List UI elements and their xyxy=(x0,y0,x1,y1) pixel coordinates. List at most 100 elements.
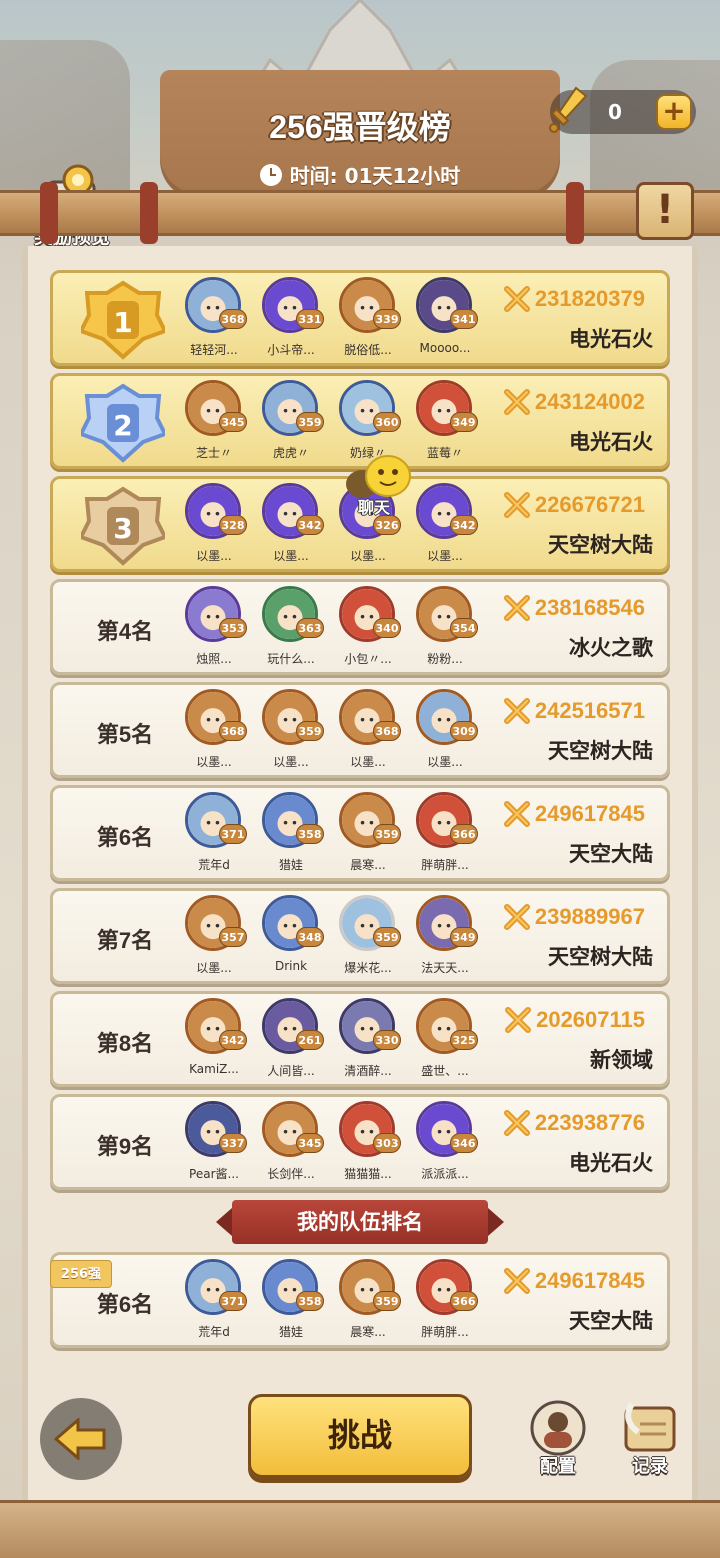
team-member[interactable]: 349 法天天... xyxy=(410,895,480,983)
team-member[interactable]: 328 以墨... xyxy=(179,483,249,571)
team-member[interactable]: 358 猎娃 xyxy=(256,1259,326,1347)
member-name: Moooo... xyxy=(419,341,471,355)
team-member[interactable]: 346 派派派... xyxy=(410,1101,480,1189)
level-badge: 303 xyxy=(373,1133,401,1153)
member-name: 粉粉... xyxy=(427,652,463,666)
level-badge: 349 xyxy=(450,412,478,432)
team-member[interactable]: 342 KamiZ... xyxy=(179,998,249,1086)
power-value: 226676721 xyxy=(534,492,645,517)
team-member[interactable]: 368 以墨... xyxy=(179,689,249,777)
my-team-power: 249617845 xyxy=(503,1267,645,1295)
team-member[interactable]: 359 以墨... xyxy=(256,689,326,777)
team-member[interactable]: 342 以墨... xyxy=(410,483,480,571)
ranking-row[interactable]: 第9名 337 Pear酱... 345 长剑伴... 303 猫猫猫... 346 派派派..… xyxy=(50,1094,670,1190)
ranking-row[interactable]: 1 368 轻轻河... 331 小斗帝... 339 脱俗低... 341 Moooo... 2… xyxy=(50,270,670,366)
team-member[interactable]: 359 虎虎〃 xyxy=(256,380,326,468)
record-button[interactable]: 记录 xyxy=(612,1400,688,1480)
crossed-swords-icon xyxy=(503,698,530,724)
back-button[interactable] xyxy=(40,1398,122,1480)
team-member[interactable]: 345 长剑伴... xyxy=(256,1101,326,1189)
rank-label: 第9名 xyxy=(96,1134,154,1159)
ranking-row[interactable]: 第7名 357 以墨... 348 Drink 359 爆米花... 349 法天天... 239… xyxy=(50,888,670,984)
level-badge: 368 xyxy=(373,721,401,741)
level-badge: 359 xyxy=(373,927,401,947)
ranking-row[interactable]: 第5名 368 以墨... 359 以墨... 368 以墨... 309 以墨... 24251… xyxy=(50,682,670,778)
team-member[interactable]: 359 晨寒... xyxy=(333,1259,403,1347)
team-member[interactable]: 359 爆米花... xyxy=(333,895,403,983)
team-member[interactable]: 303 猫猫猫... xyxy=(333,1101,403,1189)
team-member[interactable]: 339 脱俗低... xyxy=(333,277,403,365)
member-name: 以墨... xyxy=(196,755,232,769)
level-badge: 345 xyxy=(219,412,247,432)
ranking-row[interactable]: 第8名 342 KamiZ... 261 人间皆... 330 清酒醉... 325 盛世、..… xyxy=(50,991,670,1087)
team-member[interactable]: 330 清酒醉... xyxy=(333,998,403,1086)
team-member[interactable]: 363 玩什么... xyxy=(256,586,326,674)
ranking-row[interactable]: 第4名 353 烛照... 363 玩什么... 340 小包〃... 354 粉粉... 238… xyxy=(50,579,670,675)
member-name: 清酒醉... xyxy=(344,1064,392,1078)
rank-label: 第4名 xyxy=(96,619,154,644)
footer-log xyxy=(0,1500,720,1558)
chat-button[interactable]: 聊天 xyxy=(340,454,420,524)
team-member[interactable]: 331 小斗帝... xyxy=(256,277,326,365)
add-currency-button[interactable]: + xyxy=(656,94,692,130)
team-member[interactable]: 359 晨寒... xyxy=(333,792,403,880)
member-name: Pear酱... xyxy=(189,1167,239,1181)
level-badge: 358 xyxy=(296,824,324,844)
power-value: 243124002 xyxy=(534,389,645,414)
sword-icon xyxy=(549,86,588,133)
team-member[interactable]: 261 人间皆... xyxy=(256,998,326,1086)
team-member[interactable]: 357 以墨... xyxy=(179,895,249,983)
team-member[interactable]: 354 粉粉... xyxy=(410,586,480,674)
level-badge: 371 xyxy=(219,1291,247,1311)
member-name: 小包〃... xyxy=(344,652,392,666)
member-name: 猫猫猫... xyxy=(344,1167,392,1181)
team-member[interactable]: 353 烛照... xyxy=(179,586,249,674)
level-badge: 330 xyxy=(373,1030,401,1050)
team-member[interactable]: 340 小包〃... xyxy=(333,586,403,674)
my-team-rank: 第6名 xyxy=(96,1292,154,1317)
member-name: 人间皆... xyxy=(267,1064,315,1078)
team-member[interactable]: 371 荒年d xyxy=(179,1259,249,1347)
level-badge: 357 xyxy=(219,927,247,947)
team-power: 242516571 xyxy=(503,697,645,725)
team-member[interactable]: 348 Drink xyxy=(256,895,326,983)
config-button[interactable]: 配置 xyxy=(520,1400,596,1480)
power-value: 249617845 xyxy=(534,801,645,826)
level-badge: 359 xyxy=(373,1291,401,1311)
team-member[interactable]: 325 盛世、... xyxy=(410,998,480,1086)
team-member[interactable]: 368 轻轻河... xyxy=(179,277,249,365)
countdown-timer: 时间: 01天12小时 xyxy=(160,160,560,189)
my-team-row[interactable]: 第6名 371 荒年d 358 猎娃 359 晨寒... 366 胖萌胖... 2496178… xyxy=(50,1252,670,1348)
team-members: 337 Pear酱... 345 长剑伴... 303 猫猫猫... 346 派派派... xyxy=(179,1101,479,1189)
team-member[interactable]: 342 以墨... xyxy=(256,483,326,571)
team-member[interactable]: 349 蓝莓〃 xyxy=(410,380,480,468)
rules-scroll-button[interactable] xyxy=(636,182,694,240)
challenge-button[interactable]: 挑战 xyxy=(248,1394,472,1478)
power-value: 202607115 xyxy=(536,1007,645,1032)
team-member[interactable]: 337 Pear酱... xyxy=(179,1101,249,1189)
member-name: 胖萌胖... xyxy=(421,1325,469,1339)
team-member[interactable]: 371 荒年d xyxy=(179,792,249,880)
member-name: 芝士〃 xyxy=(195,446,232,460)
team-member[interactable]: 368 以墨... xyxy=(333,689,403,777)
team-member[interactable]: 366 胖萌胖... xyxy=(410,1259,480,1347)
member-name: 烛照... xyxy=(196,652,232,666)
crossed-swords-icon xyxy=(503,492,530,518)
member-name: 玩什么... xyxy=(267,652,315,666)
record-label: 记录 xyxy=(632,1456,668,1477)
server-name: 电光石火 xyxy=(569,1151,653,1175)
member-name: 派派派... xyxy=(421,1167,469,1181)
team-member[interactable]: 345 芝士〃 xyxy=(179,380,249,468)
server-name: 天空大陆 xyxy=(569,1309,653,1333)
ranking-row[interactable]: 第6名 371 荒年d 358 猎娃 359 晨寒... 366 胖萌胖... 249617845… xyxy=(50,785,670,881)
member-name: 晨寒... xyxy=(350,858,386,872)
team-member[interactable]: 366 胖萌胖... xyxy=(410,792,480,880)
team-member[interactable]: 358 猎娃 xyxy=(256,792,326,880)
rank-number: 1 xyxy=(113,306,132,339)
team-member[interactable]: 309 以墨... xyxy=(410,689,480,777)
level-badge: 359 xyxy=(296,721,324,741)
crossed-swords-icon xyxy=(503,801,530,827)
level-badge: 331 xyxy=(296,309,324,329)
crossed-swords-icon xyxy=(505,1007,532,1033)
team-member[interactable]: 341 Moooo... xyxy=(410,277,480,365)
